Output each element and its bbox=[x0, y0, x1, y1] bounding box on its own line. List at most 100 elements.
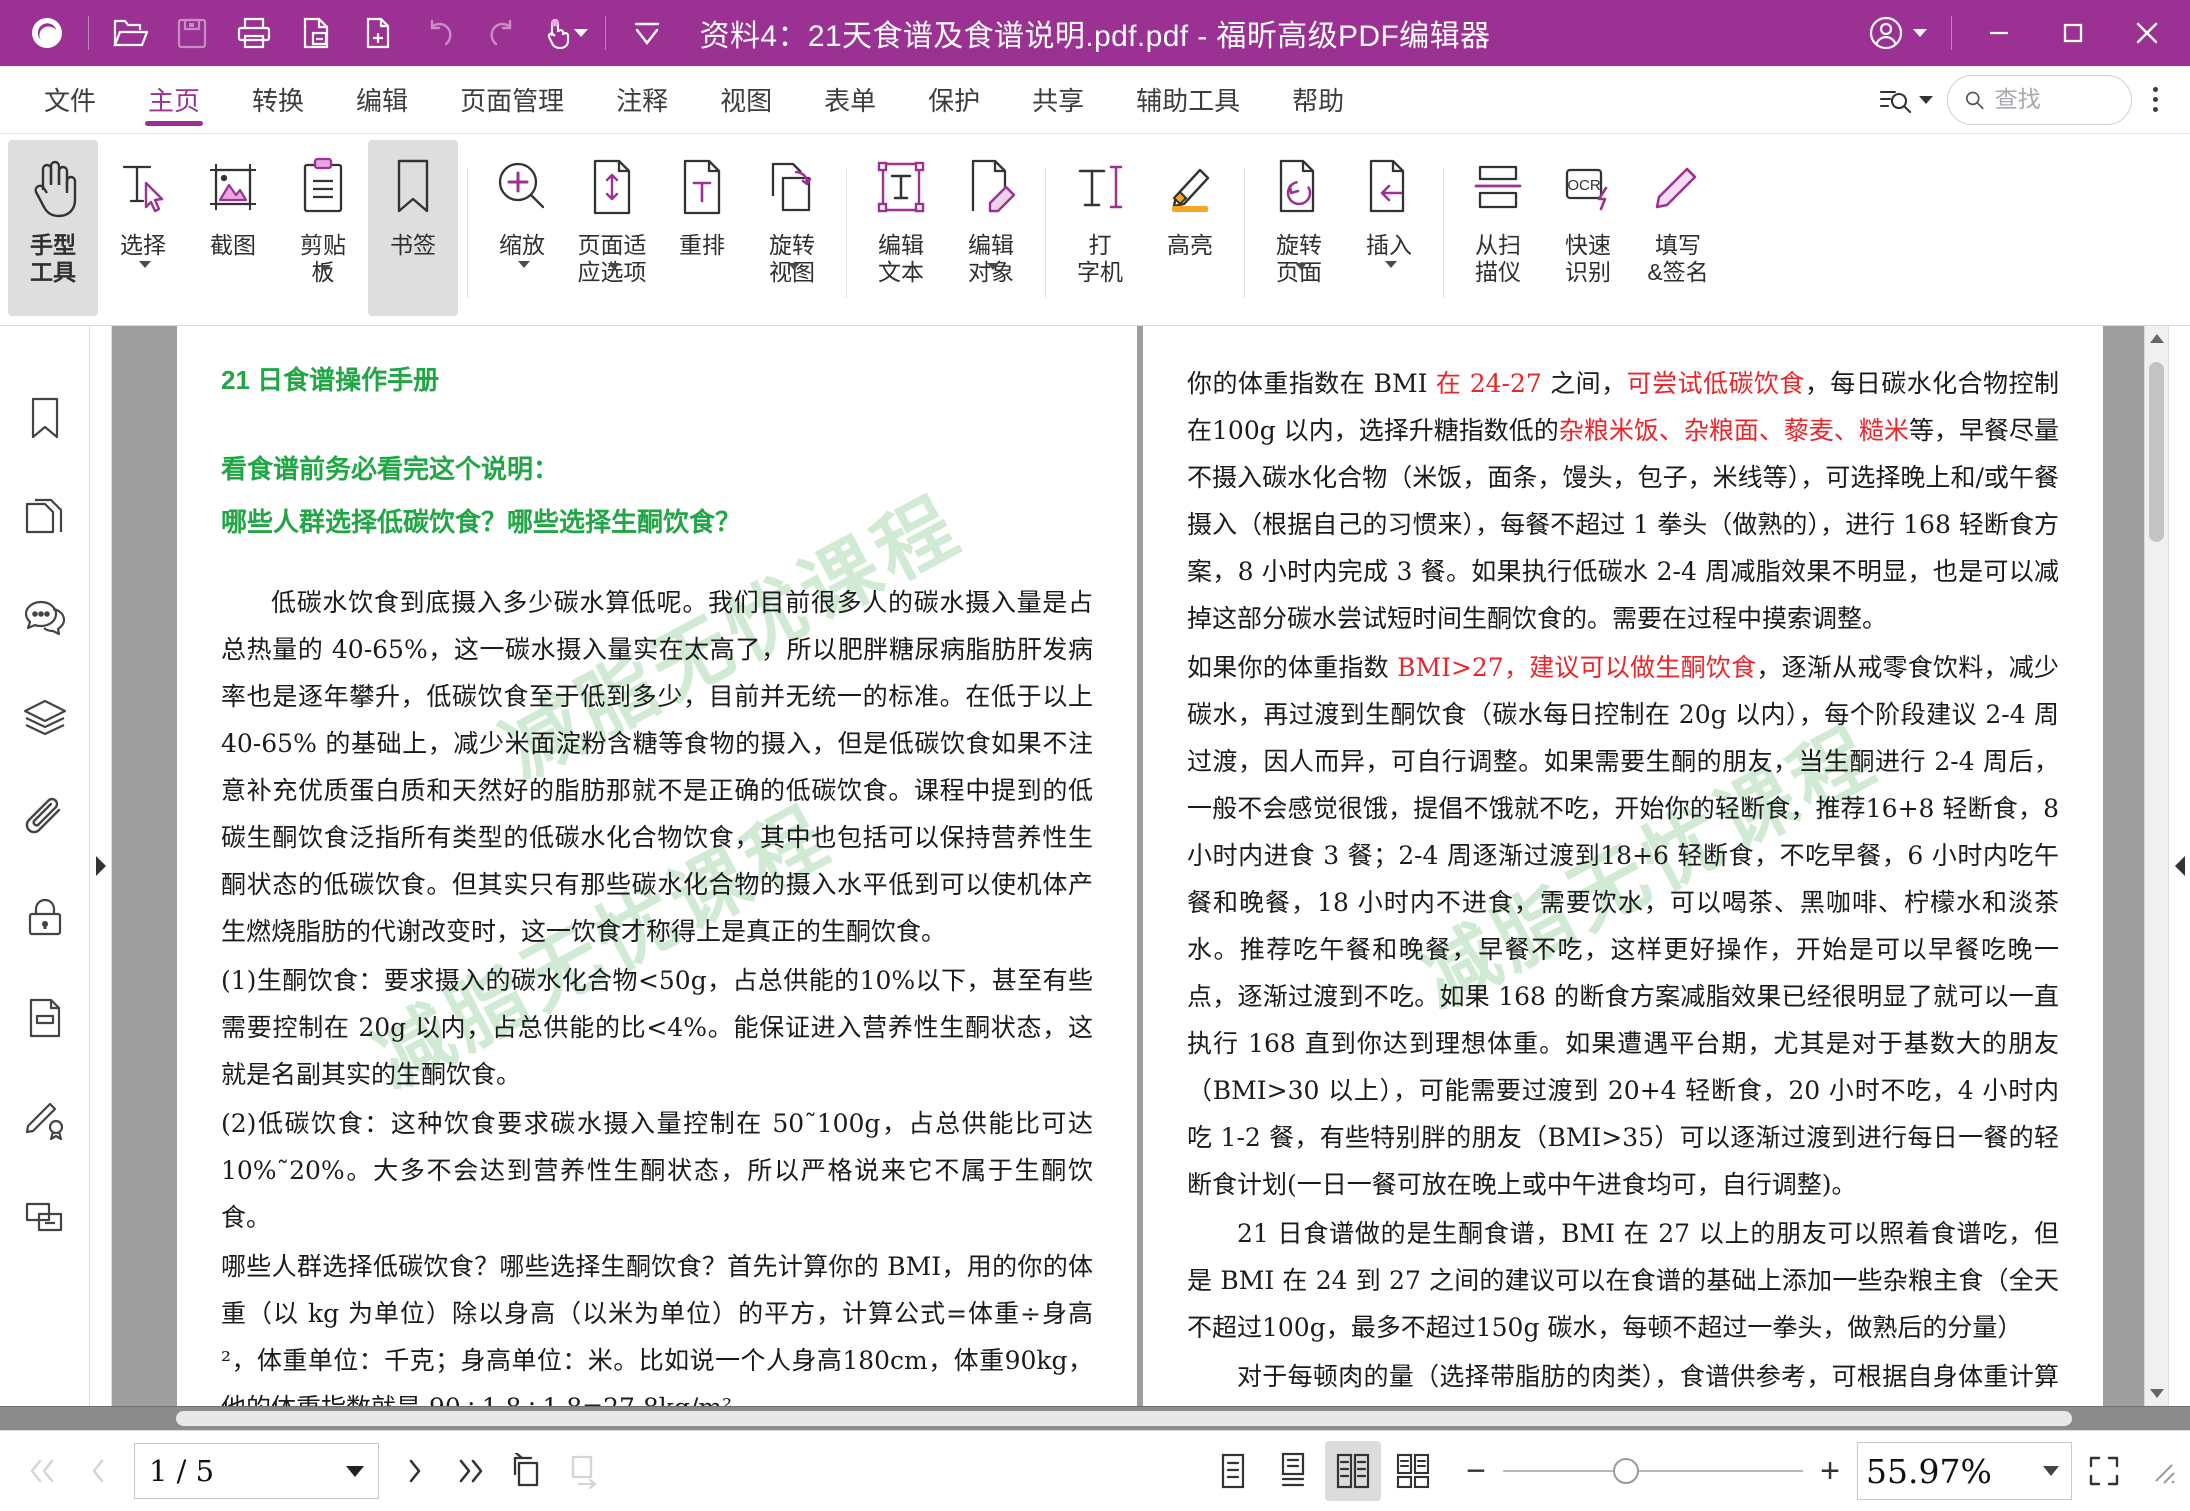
continuous-view-button[interactable] bbox=[1265, 1441, 1321, 1501]
sidebar-item-fields[interactable] bbox=[9, 968, 81, 1068]
rotate-page-button[interactable]: 旋转 页面 bbox=[1254, 140, 1344, 316]
sidebar-item-signatures[interactable] bbox=[9, 1068, 81, 1168]
menu-item-help[interactable]: 帮助 bbox=[1266, 66, 1370, 133]
menu-item-share[interactable]: 共享 bbox=[1006, 66, 1110, 133]
bookmark-button[interactable]: 书签 bbox=[368, 140, 458, 316]
vertical-scrollbar[interactable] bbox=[2144, 326, 2168, 1406]
print-icon[interactable] bbox=[223, 5, 285, 61]
insert-page-caret-icon[interactable] bbox=[1385, 260, 1397, 268]
undo-icon[interactable] bbox=[409, 5, 471, 61]
maximize-button[interactable] bbox=[2036, 0, 2110, 66]
clipboard-button[interactable]: 剪贴 板 bbox=[278, 140, 368, 316]
sidebar-item-security[interactable] bbox=[9, 868, 81, 968]
facing-continuous-view-button[interactable] bbox=[1385, 1441, 1441, 1501]
vertical-scroll-thumb[interactable] bbox=[2149, 362, 2164, 542]
zoom-dropdown-icon[interactable] bbox=[2043, 1466, 2059, 1476]
previous-view-button[interactable] bbox=[499, 1441, 555, 1501]
menu-item-comment[interactable]: 注释 bbox=[590, 66, 694, 133]
sidebar-item-attachments[interactable] bbox=[9, 768, 81, 868]
account-caret-icon[interactable] bbox=[1913, 29, 1927, 37]
edit-text-button[interactable]: 编辑 文本 bbox=[856, 140, 946, 316]
menu-item-protect[interactable]: 保护 bbox=[902, 66, 1006, 133]
scroll-down-icon[interactable] bbox=[2145, 1380, 2168, 1406]
page-number-input[interactable]: 1 / 5 bbox=[134, 1443, 379, 1499]
more-options-icon[interactable] bbox=[2138, 75, 2172, 125]
touch-mode-icon[interactable] bbox=[533, 5, 595, 61]
new-blank-page-icon[interactable] bbox=[347, 5, 409, 61]
save-file-icon[interactable] bbox=[161, 5, 223, 61]
hand-tool-button[interactable]: 手型 工具 bbox=[8, 140, 98, 316]
zoom-level-input[interactable]: 55.97% bbox=[1857, 1442, 2072, 1500]
app-logo-icon[interactable] bbox=[16, 5, 78, 61]
open-file-icon[interactable] bbox=[99, 5, 161, 61]
sidebar-item-comments[interactable] bbox=[9, 568, 81, 668]
snapshot-button[interactable]: 截图 bbox=[188, 140, 278, 316]
fit-page-caret-icon[interactable] bbox=[608, 263, 620, 271]
advanced-search-button[interactable] bbox=[1870, 76, 1941, 124]
page-dropdown-icon[interactable] bbox=[346, 1465, 364, 1477]
single-page-view-button[interactable] bbox=[1205, 1441, 1261, 1501]
edit-object-caret-icon[interactable] bbox=[987, 263, 999, 271]
zoom-out-button[interactable]: − bbox=[1463, 1454, 1489, 1488]
customize-toolbar-icon[interactable] bbox=[616, 5, 678, 61]
highlight-button[interactable]: 高亮 bbox=[1145, 140, 1235, 316]
horizontal-scroll-thumb[interactable] bbox=[176, 1411, 2072, 1426]
select-tool-button[interactable]: 选择 bbox=[98, 140, 188, 316]
search-input[interactable] bbox=[1994, 86, 2115, 113]
rotate-view-caret-icon[interactable] bbox=[788, 263, 800, 271]
clipboard-caret-icon[interactable] bbox=[319, 265, 331, 273]
expand-right-panel-button[interactable] bbox=[2168, 326, 2190, 1406]
zoom-slider-knob[interactable] bbox=[1613, 1458, 1639, 1484]
zoom-slider[interactable] bbox=[1503, 1458, 1803, 1484]
menu-item-file[interactable]: 文件 bbox=[18, 66, 122, 133]
ocr-button[interactable]: OCR 快速 识别 bbox=[1543, 140, 1633, 316]
rotate-view-button[interactable]: 旋转 视图 bbox=[747, 140, 837, 316]
last-page-button[interactable] bbox=[443, 1441, 499, 1501]
fill-sign-button[interactable]: 填写 &签名 bbox=[1633, 140, 1723, 316]
menu-item-view[interactable]: 视图 bbox=[694, 66, 798, 133]
reflow-button[interactable]: 重排 bbox=[657, 140, 747, 316]
fullscreen-button[interactable] bbox=[2076, 1441, 2132, 1501]
menu-item-page-manage[interactable]: 页面管理 bbox=[434, 66, 590, 133]
insert-page-button[interactable]: 插入 bbox=[1344, 140, 1434, 316]
menu-item-edit[interactable]: 编辑 bbox=[330, 66, 434, 133]
fit-page-button[interactable]: 页面适 应选项 bbox=[567, 140, 657, 316]
sidebar-item-pages[interactable] bbox=[9, 468, 81, 568]
document-viewport[interactable]: 减脂无忧课程 减脂无忧课程 21 日食谱操作手册 看食谱前务必看完这个说明： 哪… bbox=[112, 326, 2168, 1406]
search-box[interactable] bbox=[1947, 74, 2132, 125]
first-page-button[interactable] bbox=[14, 1441, 70, 1501]
rotate-page-caret-icon[interactable] bbox=[1295, 263, 1307, 271]
select-caret-icon[interactable] bbox=[139, 260, 151, 268]
typewriter-button[interactable]: 打 字机 bbox=[1055, 140, 1145, 316]
next-view-button[interactable] bbox=[555, 1441, 611, 1501]
edit-object-button[interactable]: 编辑 对象 bbox=[946, 140, 1036, 316]
sidebar-item-bookmarks[interactable] bbox=[9, 368, 81, 468]
account-button[interactable] bbox=[1849, 0, 1941, 66]
zoom-caret-icon[interactable] bbox=[518, 260, 530, 268]
menu-item-convert[interactable]: 转换 bbox=[226, 66, 330, 133]
window-resize-grip[interactable] bbox=[2142, 1451, 2176, 1491]
minimize-button[interactable] bbox=[1962, 0, 2036, 66]
zoom-in-button[interactable]: + bbox=[1817, 1454, 1843, 1488]
menu-item-form[interactable]: 表单 bbox=[798, 66, 902, 133]
scroll-up-icon[interactable] bbox=[2145, 326, 2168, 352]
pages-icon bbox=[25, 498, 62, 534]
sidebar-item-layers[interactable] bbox=[9, 668, 81, 768]
menu-item-accessibility[interactable]: 辅助工具 bbox=[1110, 66, 1266, 133]
close-button[interactable] bbox=[2110, 0, 2184, 66]
redo-icon[interactable] bbox=[471, 5, 533, 61]
document-paragraph: 你的体重指数在 BMI 在 24-27 之间，可尝试低碳饮食，每日碳水化合物控制… bbox=[1187, 360, 2059, 642]
next-page-button[interactable] bbox=[387, 1441, 443, 1501]
prev-page-button[interactable] bbox=[70, 1441, 126, 1501]
zoom-button[interactable]: 缩放 bbox=[477, 140, 567, 316]
facing-view-button[interactable] bbox=[1325, 1441, 1381, 1501]
menu-item-home[interactable]: 主页 bbox=[122, 66, 226, 133]
sidebar-item-thumbnails[interactable] bbox=[9, 1168, 81, 1268]
touch-mode-caret-icon[interactable] bbox=[574, 29, 588, 37]
document-heading-3: 哪些人群选择低碳饮食？哪些选择生酮饮食？ bbox=[221, 507, 742, 537]
advanced-search-caret-icon[interactable] bbox=[1919, 95, 1933, 104]
from-scanner-button[interactable]: 从扫 描仪 bbox=[1453, 140, 1543, 316]
horizontal-scrollbar[interactable] bbox=[0, 1406, 2190, 1430]
expand-left-panel-button[interactable] bbox=[90, 326, 112, 1406]
create-from-file-icon[interactable] bbox=[285, 5, 347, 61]
